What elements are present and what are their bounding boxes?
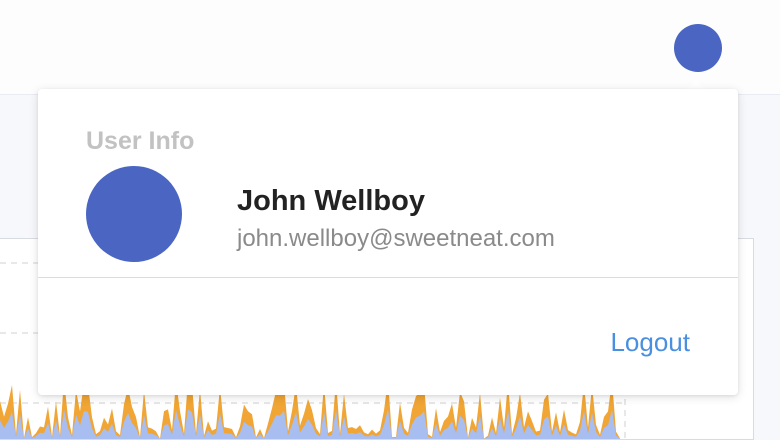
logout-button[interactable]: Logout [610, 327, 690, 358]
user-email: john.wellboy@sweetneat.com [237, 225, 555, 252]
user-info-dropdown: User Info John Wellboy john.wellboy@swee… [38, 89, 738, 395]
top-bar [0, 0, 780, 95]
avatar [86, 166, 182, 262]
section-title: User Info [86, 127, 195, 155]
user-avatar-button[interactable] [674, 24, 722, 72]
divider [38, 277, 738, 278]
user-name: John Wellboy [237, 185, 425, 217]
